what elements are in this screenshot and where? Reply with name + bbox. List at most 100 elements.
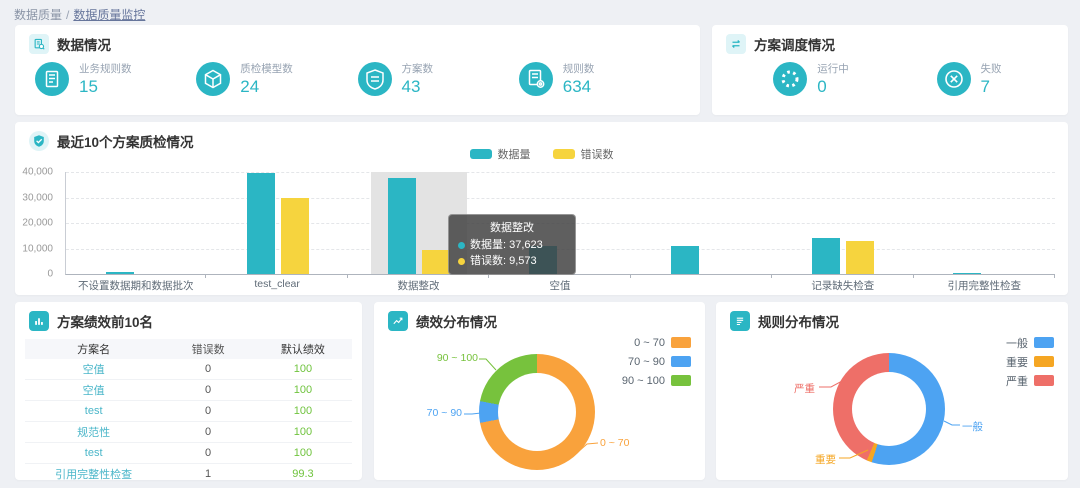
card-perf-table-header: 方案绩效前10名	[15, 302, 362, 331]
bar-group-col-4	[631, 172, 772, 274]
stat-label: 方案数	[401, 63, 434, 75]
bar-错误数-记录缺失检查[interactable]	[846, 240, 875, 274]
error-count: 1	[205, 468, 212, 480]
x-axis-labels: 不设置数据期和数据批次 test_clear 数据整改 空值 记录缺失检查 引用完整性检查	[65, 274, 1056, 293]
plan-name-link[interactable]: 空值	[25, 382, 162, 398]
card-rules-donut: 规则分布情况 一般 重要 严重 严重 重要 一般	[716, 302, 1068, 480]
legend-item-0 ~ 70[interactable]: 0 ~ 70	[622, 333, 691, 352]
default-score: 100	[293, 447, 313, 459]
stat-value: 7	[980, 77, 990, 96]
error-count: 0	[205, 426, 212, 438]
stat-label: 规则数	[562, 63, 595, 75]
legend-label: 90 ~ 100	[621, 374, 665, 387]
breadcrumb: 数据质量 / 数据质量监控	[14, 6, 145, 23]
bar-数据量-引用完整性检查[interactable]	[953, 272, 982, 274]
chart-title: 绩效分布情况	[416, 315, 497, 330]
legend-item-70 ~ 90[interactable]: 70 ~ 90	[622, 352, 691, 371]
donut-callout-label: 严重	[794, 383, 815, 395]
breadcrumb-current-link[interactable]: 数据质量监控	[73, 8, 145, 22]
bar-错误数-test_clear[interactable]	[280, 198, 309, 274]
x-axis-label: 不设置数据期和数据批次	[65, 274, 207, 293]
bar-group-记录缺失检查	[772, 172, 913, 274]
stat-business-rules: 业务规则数 15	[35, 61, 196, 97]
card-data-overview: 数据情况 业务规则数 15 质检模型数 24 方案数 43 规则数 634	[15, 25, 700, 115]
stat-label: 失败	[980, 63, 1002, 75]
stat-qc-models: 质检模型数 24	[196, 61, 357, 97]
legend-item-一般[interactable]: 一般	[1006, 333, 1054, 352]
legend-swatch	[469, 149, 492, 159]
rules-donut-chart[interactable]	[833, 353, 945, 465]
legend-swatch	[1034, 356, 1054, 367]
document-lines-icon	[730, 311, 750, 331]
spinner-icon	[773, 62, 808, 96]
default-score: 100	[293, 405, 313, 417]
error-count: 0	[205, 363, 212, 375]
page-section-title: 数据情况	[57, 38, 111, 53]
error-count: 0	[205, 447, 212, 459]
overview-stats-row: 业务规则数 15 质检模型数 24 方案数 43 规则数 634	[15, 61, 700, 97]
page-section-title: 方案调度情况	[754, 38, 835, 53]
table-header-row: 方案名 错误数 默认绩效	[25, 339, 352, 359]
plan-name-link[interactable]: 空值	[25, 361, 162, 377]
column-header: 错误数	[191, 344, 225, 356]
column-header: 默认绩效	[280, 344, 325, 356]
bar-数据量-数据整改[interactable]	[388, 178, 417, 274]
bar-数据量-test_clear[interactable]	[246, 172, 275, 274]
bar-数据量-记录缺失检查[interactable]	[812, 237, 841, 274]
table-row: 引用完整性检查 1 99.3	[25, 464, 352, 480]
plan-name-link[interactable]: 引用完整性检查	[25, 466, 162, 480]
bar-数据量-不设置数据期和数据批次[interactable]	[105, 272, 134, 274]
stat-failed: 失败 7	[890, 61, 1048, 97]
legend-label: 一般	[1006, 337, 1028, 350]
plan-name-link[interactable]: test	[25, 405, 162, 417]
stat-value: 634	[562, 77, 592, 96]
bar-错误数-数据整改[interactable]	[422, 249, 451, 274]
default-score: 99.3	[292, 468, 314, 480]
legend-swatch	[671, 356, 691, 367]
bar-group-不设置数据期和数据批次	[66, 172, 207, 274]
legend-swatch	[552, 149, 575, 159]
donut-callout-label: 一般	[962, 421, 983, 433]
y-axis-tick-label: 20,000	[22, 217, 53, 229]
x-axis-label: test_clear	[206, 274, 349, 293]
donut-callout-label: 0 ~ 70	[600, 437, 630, 449]
legend-label: 错误数	[580, 149, 614, 161]
legend-item-重要[interactable]: 重要	[1006, 352, 1054, 371]
chart-title: 最近10个方案质检情况	[57, 135, 194, 150]
trend-line-icon	[388, 311, 408, 331]
legend-swatch	[1034, 337, 1054, 348]
stat-value: 15	[79, 77, 98, 96]
y-axis-labels: 40,000 30,000 20,000 10,000 0	[15, 167, 59, 280]
x-axis-label: 引用完整性检查	[914, 274, 1056, 293]
stat-plans: 方案数 43	[357, 61, 519, 97]
legend-item-90 ~ 100[interactable]: 90 ~ 100	[622, 371, 691, 390]
plan-name-link[interactable]: test	[25, 447, 162, 459]
tooltip-series: 数据量	[470, 239, 503, 251]
series-dot	[458, 257, 465, 265]
y-axis-tick-label: 40,000	[22, 166, 53, 178]
x-axis-label	[631, 274, 773, 293]
donut-legend: 0 ~ 70 70 ~ 90 90 ~ 100	[622, 333, 691, 390]
stat-value: 43	[401, 77, 421, 96]
legend-item-数据量[interactable]: 数据量	[469, 146, 531, 162]
table-row: 空值 0 100	[25, 359, 352, 380]
card-rules-donut-header: 规则分布情况	[716, 302, 1068, 331]
bar-数据量-4[interactable]	[670, 245, 699, 274]
card-perf-donut: 绩效分布情况 0 ~ 70 70 ~ 90 90 ~ 100 90 ~ 100 70…	[374, 302, 705, 480]
legend-item-严重[interactable]: 严重	[1006, 371, 1054, 390]
plan-name-link[interactable]: 规范性	[25, 424, 162, 440]
card-scheduling-header: 方案调度情况	[712, 25, 1068, 54]
legend-swatch	[671, 337, 691, 348]
performance-donut-chart[interactable]	[479, 354, 595, 470]
bar-group-test_clear	[207, 172, 348, 274]
shield-icon	[357, 62, 392, 96]
circle-x-icon	[936, 62, 971, 96]
card-scheduling: 方案调度情况 运行中 0 失败 7	[712, 25, 1068, 115]
legend-swatch	[671, 375, 691, 386]
breadcrumb-parent-link[interactable]: 数据质量	[14, 8, 62, 22]
legend-item-错误数[interactable]: 错误数	[552, 146, 614, 162]
card-qc-chart: 最近10个方案质检情况 数据量 错误数 40,000 30,000 20,000 10,…	[15, 122, 1068, 295]
table-row: 规范性 0 100	[25, 422, 352, 443]
y-axis-tick-label: 30,000	[22, 192, 53, 203]
default-score: 100	[293, 384, 313, 396]
